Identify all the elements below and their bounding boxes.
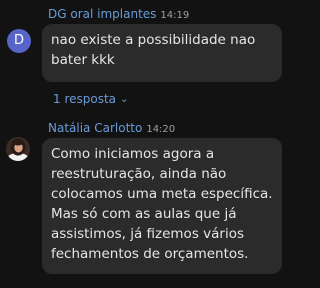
- avatar[interactable]: D: [7, 29, 31, 53]
- message-line: Mas só com as aulas que já: [51, 206, 237, 222]
- replies-link[interactable]: 1 resposta ⌄: [53, 92, 128, 106]
- replies-label: 1 resposta: [53, 92, 117, 106]
- message-line: fechamentos de orçamentos.: [51, 246, 249, 262]
- chat-thread: D DG oral implantes 14:19 nao existe a po…: [0, 0, 307, 288]
- sender-name[interactable]: Natália Carlotto 14:20: [48, 121, 175, 135]
- message-time: 14:20: [146, 124, 176, 135]
- message-line: Como iniciamos agora a: [51, 146, 215, 162]
- message-line: bater kkk: [51, 52, 115, 68]
- sender-name-text: DG oral implantes: [48, 7, 157, 21]
- message-bubble[interactable]: Como iniciamos agora a reestruturação, a…: [42, 138, 282, 274]
- message-bubble[interactable]: nao existe a possibilidade nao bater kkk: [42, 24, 282, 82]
- chevron-down-icon: ⌄: [120, 94, 129, 105]
- sender-name-text: Natália Carlotto: [48, 121, 143, 135]
- message-line: nao existe a possibilidade nao: [51, 32, 256, 48]
- message-time: 14:19: [160, 10, 190, 21]
- message-line: assistimos, já fizemos vários: [51, 226, 244, 242]
- avatar[interactable]: [6, 137, 30, 161]
- avatar-photo-icon: [6, 137, 30, 161]
- message-line: reestruturação, ainda não: [51, 166, 227, 182]
- message-line: colocamos uma meta específica.: [51, 186, 273, 202]
- next-message-cutoff: [40, 282, 100, 288]
- sender-name[interactable]: DG oral implantes 14:19: [48, 7, 189, 21]
